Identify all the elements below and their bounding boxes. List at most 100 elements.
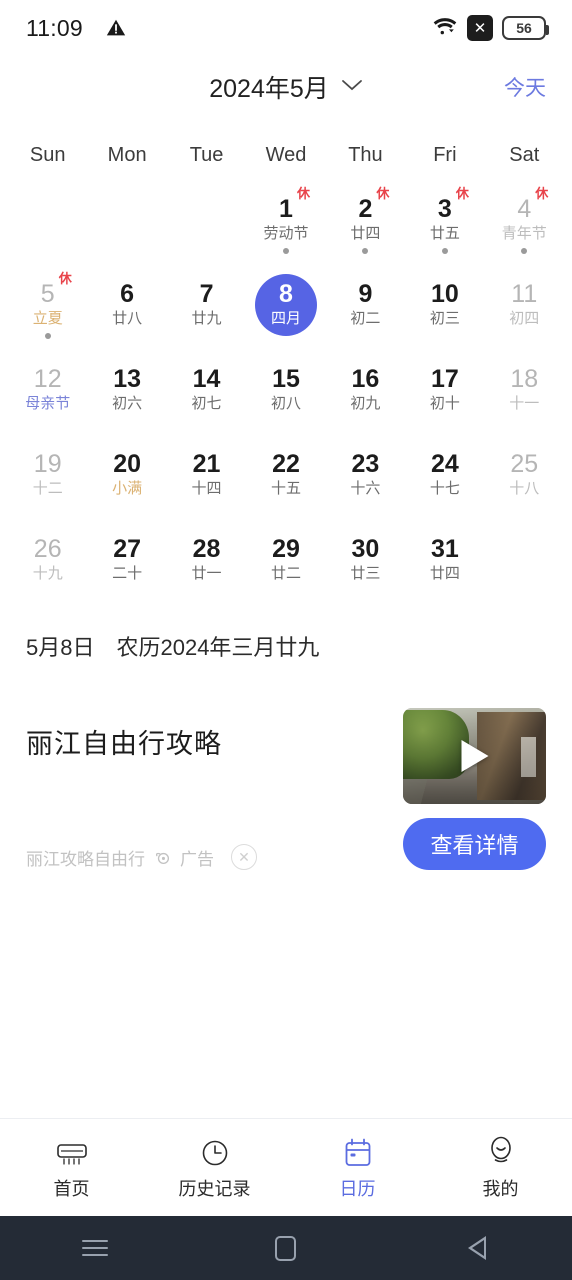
month-selector[interactable]: 2024年5月 (209, 69, 363, 105)
weekday-wed: Wed (265, 144, 307, 166)
lunar-label: 初八 (270, 395, 301, 413)
ad-media-area: 查看详情 (403, 708, 546, 870)
day-number: 27 (113, 535, 142, 564)
ad-text-area: 丽江自由行攻略 丽江攻略自由行 广告 ✕ (26, 708, 385, 870)
lunar-label: 廿二 (270, 565, 301, 583)
lunar-label: 初二 (350, 310, 381, 328)
calendar-day-22[interactable]: 22 十五 (246, 432, 325, 517)
lunar-label: 廿四 (429, 565, 460, 583)
calendar-day-24[interactable]: 24 十七 (405, 432, 484, 517)
lunar-label: 劳动节 (263, 225, 309, 243)
solar-date: 5月8日 (26, 635, 95, 660)
recents-menu-icon[interactable] (0, 1240, 191, 1256)
calendar-day-13[interactable]: 13 初六 (87, 347, 166, 432)
calendar-day-18[interactable]: 18 十一 (485, 347, 564, 432)
calendar-day-5[interactable]: 休 5 立夏 (8, 262, 87, 347)
calendar-day-27[interactable]: 27 二十 (87, 517, 166, 602)
calendar-day-17[interactable]: 17 初十 (405, 347, 484, 432)
nav-item-history[interactable]: 历史记录 (143, 1134, 286, 1201)
ad-meta: 丽江攻略自由行 广告 ✕ (26, 844, 385, 870)
rest-day-badge: 休 (376, 186, 390, 201)
calendar-day-28[interactable]: 28 廿一 (167, 517, 246, 602)
no-signal-x-icon: ✕ (467, 15, 493, 41)
ad-info-icon[interactable] (154, 849, 171, 866)
calendar-day-16[interactable]: 16 初九 (326, 347, 405, 432)
calendar-week-row: 休 5 立夏 6 廿八 7 廿九 8 四月 9 初二 10 初三 11 初四 (8, 262, 564, 347)
android-navigation-bar (0, 1216, 572, 1280)
calendar-week-row: 26 十九 27 二十 28 廿一 29 廿二 30 廿三 31 廿四 (8, 517, 564, 602)
ad-card[interactable]: 丽江自由行攻略 丽江攻略自由行 广告 ✕ 查看详情 (0, 708, 572, 870)
day-number: 25 (510, 450, 539, 479)
calendar-day-4[interactable]: 休 4 青年节 (485, 177, 564, 262)
event-dot (441, 248, 448, 254)
event-dot (362, 248, 369, 254)
calendar-day-7[interactable]: 7 廿九 (167, 262, 246, 347)
lunar-label: 廿五 (429, 225, 460, 243)
calendar-day-31[interactable]: 31 廿四 (405, 517, 484, 602)
ad-video-thumbnail[interactable] (403, 708, 546, 804)
calendar-week-row: 12 母亲节 13 初六 14 初七 15 初八 16 初九 17 初十 18 十一 (8, 347, 564, 432)
calendar-day-23[interactable]: 23 十六 (326, 432, 405, 517)
nav-item-profile[interactable]: 我的 (429, 1134, 572, 1201)
day-number: 21 (192, 450, 221, 479)
lunar-label: 初四 (509, 310, 540, 328)
day-number: 31 (430, 535, 459, 564)
calendar-day-29[interactable]: 29 廿二 (246, 517, 325, 602)
lunar-label: 廿八 (112, 310, 143, 328)
battery-level: 56 (516, 20, 532, 36)
calendar-day-11[interactable]: 11 初四 (485, 262, 564, 347)
calendar-cell-empty (167, 177, 246, 262)
calendar-day-14[interactable]: 14 初七 (167, 347, 246, 432)
day-number: 7 (199, 280, 214, 309)
calendar-day-10[interactable]: 10 初三 (405, 262, 484, 347)
day-number: 4 (517, 195, 532, 224)
calendar-cell-empty (485, 517, 564, 602)
day-number: 13 (113, 365, 142, 394)
day-number: 3 (437, 195, 452, 224)
calendar-day-19[interactable]: 19 十二 (8, 432, 87, 517)
calendar-day-12[interactable]: 12 母亲节 (8, 347, 87, 432)
calendar-day-1[interactable]: 休 1 劳动节 (246, 177, 325, 262)
calendar-day-8[interactable]: 8 四月 (246, 262, 325, 347)
lunar-label: 十五 (270, 480, 301, 498)
home-square-icon[interactable] (191, 1235, 382, 1261)
calendar-day-15[interactable]: 15 初八 (246, 347, 325, 432)
lunar-label: 青年节 (501, 225, 547, 243)
air-conditioner-icon (55, 1134, 89, 1168)
calendar-day-21[interactable]: 21 十四 (167, 432, 246, 517)
day-number: 11 (511, 280, 538, 309)
view-details-button[interactable]: 查看详情 (403, 818, 546, 870)
calendar-day-6[interactable]: 6 廿八 (87, 262, 166, 347)
calendar-day-2[interactable]: 休 2 廿四 (326, 177, 405, 262)
day-number: 24 (430, 450, 459, 479)
play-icon[interactable] (461, 740, 488, 772)
ad-title: 丽江自由行攻略 (26, 729, 222, 759)
calendar-day-3[interactable]: 休 3 廿五 (405, 177, 484, 262)
rest-day-badge: 休 (58, 271, 72, 286)
today-button[interactable]: 今天 (504, 72, 546, 102)
weekday-sat: Sat (509, 144, 540, 166)
lunar-label: 十二 (32, 480, 63, 498)
calendar-day-30[interactable]: 30 廿三 (326, 517, 405, 602)
close-icon[interactable]: ✕ (231, 844, 257, 870)
rest-day-badge: 休 (296, 186, 310, 201)
calendar-cell-empty (8, 177, 87, 262)
back-triangle-icon[interactable] (381, 1236, 572, 1260)
wifi-icon (432, 15, 458, 42)
nav-label-home: 首页 (53, 1179, 90, 1199)
calendar-day-20[interactable]: 20 小满 (87, 432, 166, 517)
calendar-day-9[interactable]: 9 初二 (326, 262, 405, 347)
event-dot (282, 248, 289, 254)
bottom-navigation: 首页 历史记录 日历 我的 (0, 1118, 572, 1216)
lunar-label: 廿一 (191, 565, 222, 583)
calendar-week-row: 19 十二 20 小满 21 十四 22 十五 23 十六 24 十七 25 十八 (8, 432, 564, 517)
weekday-thu: Thu (348, 144, 383, 166)
page-header: 2024年5月 今天 (0, 56, 572, 118)
calendar-day-26[interactable]: 26 十九 (8, 517, 87, 602)
calendar-day-25[interactable]: 25 十八 (485, 432, 564, 517)
weekday-mon: Mon (107, 144, 147, 166)
nav-item-calendar[interactable]: 日历 (286, 1134, 429, 1201)
lunar-label: 小满 (112, 480, 143, 498)
lunar-label: 四月 (270, 310, 301, 328)
nav-item-home[interactable]: 首页 (0, 1134, 143, 1201)
